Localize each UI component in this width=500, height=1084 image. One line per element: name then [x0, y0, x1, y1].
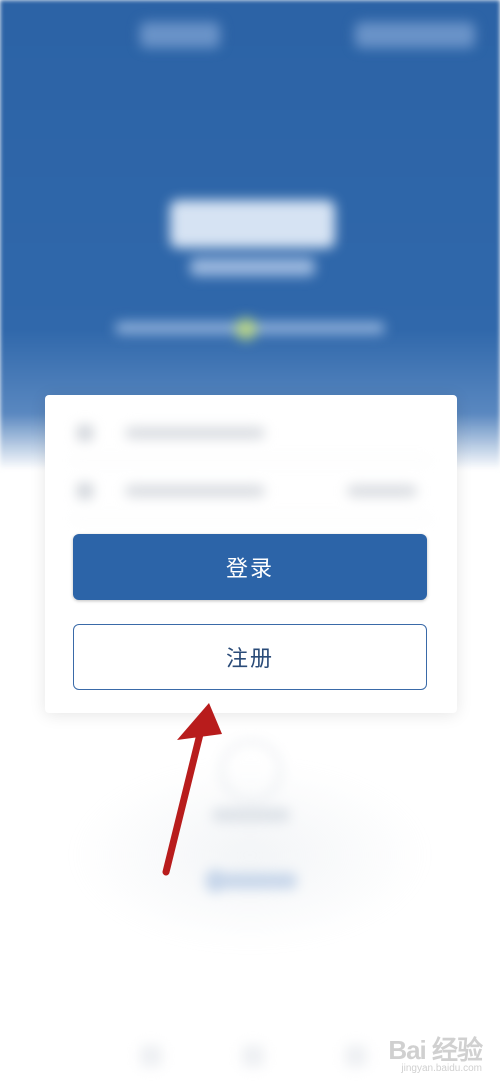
tab-icon-home[interactable] [140, 1045, 162, 1067]
get-code-link[interactable] [347, 485, 417, 497]
lock-icon [77, 483, 93, 499]
register-button[interactable]: 注册 [73, 624, 427, 690]
account-input[interactable] [125, 427, 265, 439]
hero-subtitle [190, 258, 315, 276]
avatar-icon[interactable] [220, 740, 282, 802]
bottom-link[interactable] [205, 873, 297, 889]
nav-right-item [355, 22, 475, 48]
nav-left-item [140, 22, 220, 48]
tab-icon-center[interactable] [242, 1045, 264, 1067]
hero-title [170, 200, 335, 248]
avatar-caption [212, 808, 290, 822]
watermark: Bai 经验 jingyan.baidu.com [362, 1030, 483, 1080]
account-field-row[interactable] [45, 405, 457, 461]
watermark-url: jingyan.baidu.com [401, 1063, 482, 1074]
password-field-row[interactable] [45, 463, 457, 519]
password-input[interactable] [125, 485, 265, 497]
field-divider [73, 518, 429, 519]
hero-badge-icon [235, 318, 257, 340]
watermark-logo: Bai 经验 [388, 1035, 483, 1065]
login-button[interactable]: 登录 [73, 534, 427, 600]
user-icon [77, 425, 93, 441]
field-divider [73, 460, 429, 461]
